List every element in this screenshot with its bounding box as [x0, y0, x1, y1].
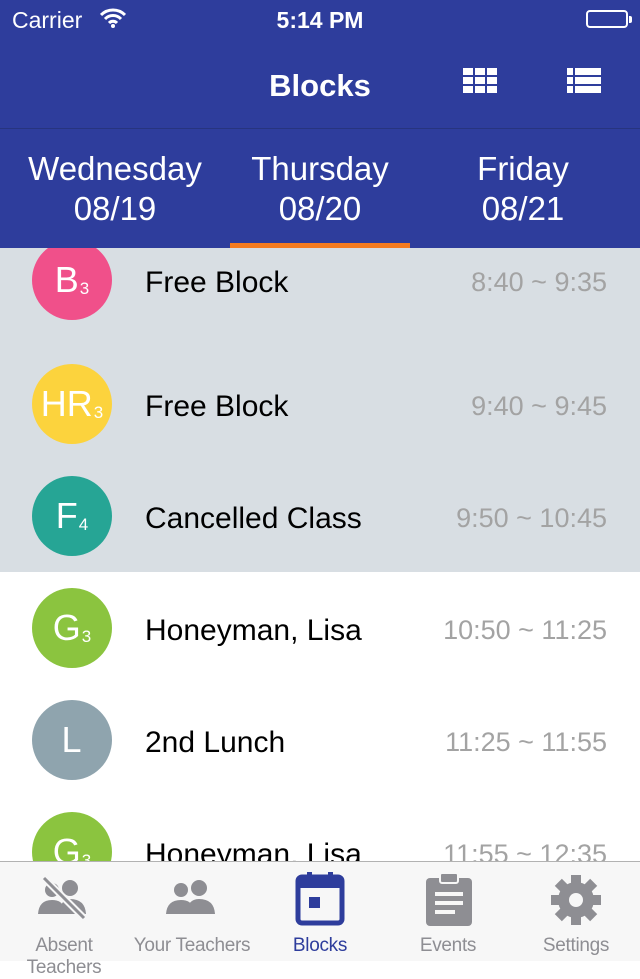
block-row[interactable]: G3 Honeyman, Lisa 11:55 ~ 12:35: [0, 796, 640, 861]
block-avatar: G3: [32, 812, 112, 861]
block-list[interactable]: B3 Free Block 8:40 ~ 9:35 HR3 Free Block…: [0, 248, 640, 861]
list-view-button[interactable]: [567, 68, 603, 96]
clipboard-icon: [426, 872, 472, 926]
block-number: 4: [78, 515, 89, 534]
block-avatar: F4: [32, 476, 112, 556]
tab-label: Absent Teachers: [26, 935, 102, 978]
page-title: Blocks: [269, 68, 371, 103]
day-tab-date: 08/19: [73, 190, 157, 227]
tab-absent-teachers[interactable]: Absent Teachers: [0, 862, 128, 978]
tab-bar: Absent Teachers Your Teachers Blocks Eve…: [0, 861, 640, 978]
block-letter: G: [52, 831, 81, 861]
day-tab-wednesday[interactable]: Wednesday 08/19: [0, 149, 230, 229]
block-name: Cancelled Class: [145, 502, 362, 535]
block-name: Honeyman, Lisa: [145, 614, 362, 647]
tab-label: Blocks: [292, 935, 348, 956]
your-teachers-icon: [166, 880, 215, 914]
tab-blocks[interactable]: Blocks: [256, 862, 384, 961]
block-name: Free Block: [145, 390, 289, 423]
day-tab-weekday: Friday: [477, 150, 569, 187]
tab-events[interactable]: Events: [384, 862, 512, 961]
block-number: 3: [81, 627, 92, 646]
calendar-icon: [295, 872, 345, 926]
block-letter: HR: [40, 383, 93, 424]
day-tab-friday[interactable]: Friday 08/21: [420, 149, 626, 229]
day-selector: Wednesday 08/19 Thursday 08/20 Friday 08…: [0, 129, 640, 248]
battery-icon: [586, 10, 632, 28]
block-time: 8:40 ~ 9:35: [471, 267, 607, 297]
day-tab-date: 08/20: [278, 190, 362, 227]
grid-icon: [463, 68, 497, 93]
tab-your-teachers[interactable]: Your Teachers: [128, 862, 256, 961]
tab-label: Events: [419, 935, 477, 956]
block-avatar: G3: [32, 588, 112, 668]
block-letter: F: [55, 495, 78, 536]
block-number: 3: [81, 851, 92, 861]
gear-icon: [551, 875, 601, 925]
block-row[interactable]: G3 Honeyman, Lisa 10:50 ~ 11:25: [0, 572, 640, 684]
block-time: 9:50 ~ 10:45: [456, 503, 607, 533]
block-time: 9:40 ~ 9:45: [471, 391, 607, 421]
clock: 5:14 PM: [276, 7, 364, 33]
block-avatar: L: [32, 700, 112, 780]
navigation-bar: Blocks: [0, 40, 640, 129]
block-letter: L: [61, 719, 82, 760]
block-letter: B: [54, 259, 79, 300]
status-bar: Carrier 5:14 PM: [0, 0, 640, 40]
block-number: 3: [79, 279, 90, 298]
block-name: Free Block: [145, 266, 289, 299]
block-time: 10:50 ~ 11:25: [443, 615, 607, 645]
day-tab-date: 08/21: [481, 190, 565, 227]
block-name: Honeyman, Lisa: [145, 838, 362, 861]
grid-view-button[interactable]: [463, 68, 499, 96]
block-row[interactable]: HR3 Free Block 9:40 ~ 9:45: [0, 348, 640, 460]
block-time: 11:55 ~ 12:35: [443, 839, 607, 861]
day-tab-weekday: Thursday: [251, 150, 389, 187]
block-row[interactable]: L 2nd Lunch 11:25 ~ 11:55: [0, 684, 640, 796]
block-number: 3: [93, 403, 104, 422]
tab-label: Settings: [542, 935, 610, 956]
day-tab-weekday: Wednesday: [28, 150, 202, 187]
day-tab-thursday[interactable]: Thursday 08/20: [220, 149, 420, 229]
block-row[interactable]: B3 Free Block 8:40 ~ 9:35: [0, 248, 640, 348]
block-time: 11:25 ~ 11:55: [445, 727, 607, 757]
block-name: 2nd Lunch: [145, 726, 286, 759]
tab-settings[interactable]: Settings: [512, 862, 640, 961]
list-icon: [567, 68, 601, 93]
block-row[interactable]: F4 Cancelled Class 9:50 ~ 10:45: [0, 460, 640, 572]
block-letter: G: [52, 607, 81, 648]
absent-teachers-icon: [38, 875, 87, 921]
block-avatar: B3: [32, 248, 112, 320]
tab-label: Your Teachers: [133, 935, 251, 956]
block-avatar: HR3: [32, 364, 112, 444]
